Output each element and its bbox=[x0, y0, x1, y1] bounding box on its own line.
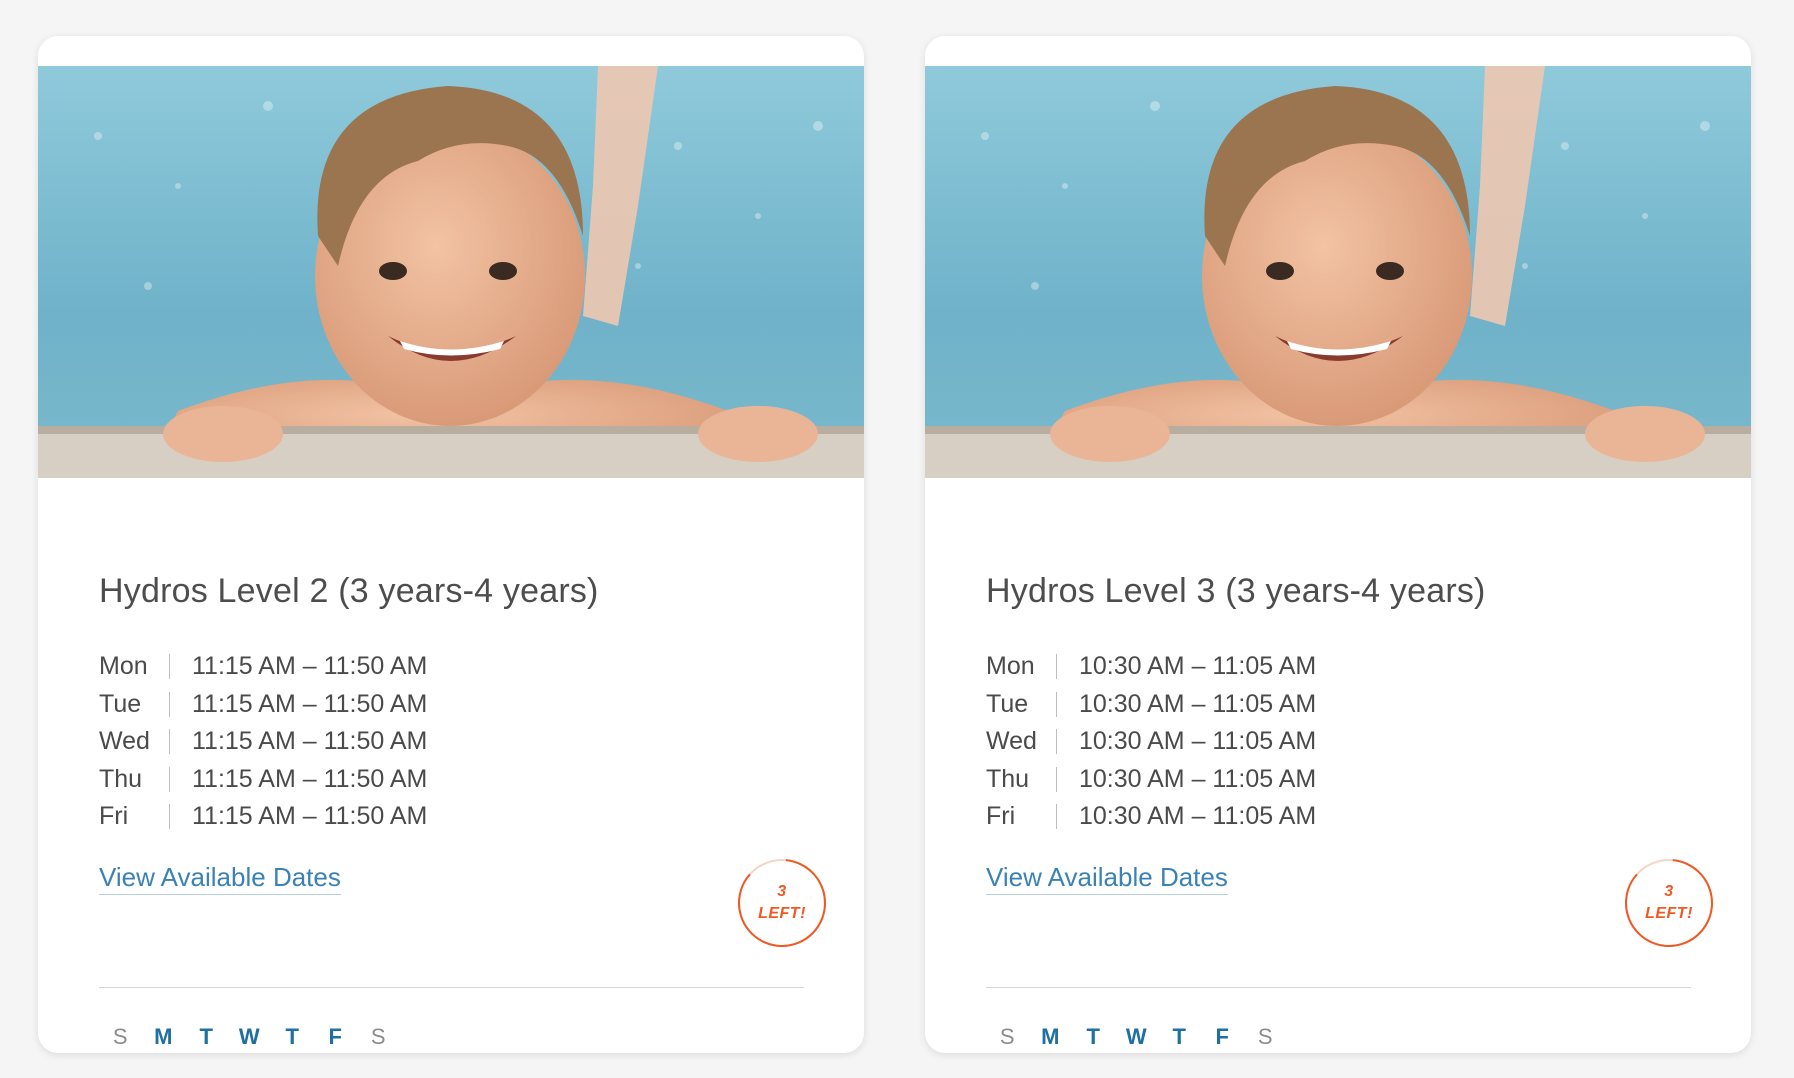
schedule-row: Wed 11:15 AM – 11:50 AM bbox=[99, 723, 427, 761]
weekday-indicator: S M T W T F S bbox=[986, 1024, 1287, 1050]
spots-left-badge: 3 LEFT! bbox=[737, 858, 827, 948]
class-title: Hydros Level 2 (3 years-4 years) bbox=[99, 572, 599, 610]
schedule-time: 11:15 AM – 11:50 AM bbox=[192, 689, 428, 718]
schedule-time: 10:30 AM – 11:05 AM bbox=[1079, 727, 1317, 756]
schedule-separator bbox=[169, 691, 170, 717]
divider bbox=[986, 987, 1691, 988]
schedule-day: Thu bbox=[99, 764, 143, 793]
weekday-thursday: T bbox=[285, 1024, 300, 1049]
schedule-row: Fri 10:30 AM – 11:05 AM bbox=[986, 798, 1316, 836]
weekday-indicator: S M T W T F S bbox=[99, 1024, 400, 1050]
schedule-separator bbox=[169, 654, 170, 680]
weekday-friday: F bbox=[1215, 1024, 1230, 1049]
schedule-separator bbox=[1056, 729, 1057, 755]
schedule-row: Tue 11:15 AM – 11:50 AM bbox=[99, 686, 427, 724]
badge-count: 3 bbox=[777, 883, 787, 900]
schedule-row: Fri 11:15 AM – 11:50 AM bbox=[99, 798, 427, 836]
view-available-dates-link[interactable]: View Available Dates bbox=[99, 862, 341, 895]
weekday-tuesday: T bbox=[1086, 1024, 1101, 1049]
schedule-separator bbox=[169, 804, 170, 830]
schedule-separator bbox=[169, 766, 170, 792]
schedule-row: Thu 10:30 AM – 11:05 AM bbox=[986, 761, 1316, 799]
schedule-day: Thu bbox=[986, 764, 1030, 793]
schedule-list: Mon 11:15 AM – 11:50 AM Tue 11:15 AM – 1… bbox=[99, 648, 427, 836]
weekday-monday: M bbox=[154, 1024, 173, 1049]
schedule-separator bbox=[1056, 691, 1057, 717]
weekday-thursday: T bbox=[1172, 1024, 1187, 1049]
weekday-saturday: S bbox=[1257, 1024, 1274, 1049]
schedule-day: Wed bbox=[99, 727, 150, 756]
schedule-time: 10:30 AM – 11:05 AM bbox=[1079, 652, 1317, 681]
divider bbox=[99, 987, 804, 988]
weekday-saturday: S bbox=[370, 1024, 387, 1049]
spots-left-badge: 3 LEFT! bbox=[1624, 858, 1714, 948]
weekday-wednesday: W bbox=[238, 1024, 261, 1049]
schedule-separator bbox=[1056, 654, 1057, 680]
schedule-day: Wed bbox=[986, 727, 1037, 756]
schedule-time: 10:30 AM – 11:05 AM bbox=[1079, 802, 1317, 831]
badge-label: LEFT! bbox=[758, 905, 806, 922]
schedule-row: Mon 10:30 AM – 11:05 AM bbox=[986, 648, 1316, 686]
schedule-list: Mon 10:30 AM – 11:05 AM Tue 10:30 AM – 1… bbox=[986, 648, 1316, 836]
schedule-separator bbox=[1056, 804, 1057, 830]
schedule-time: 11:15 AM – 11:50 AM bbox=[192, 727, 428, 756]
schedule-row: Tue 10:30 AM – 11:05 AM bbox=[986, 686, 1316, 724]
schedule-row: Mon 11:15 AM – 11:50 AM bbox=[99, 648, 427, 686]
class-card: Hydros Level 3 (3 years-4 years) Mon 10:… bbox=[925, 36, 1751, 1053]
class-card: Hydros Level 2 (3 years-4 years) Mon 11:… bbox=[38, 36, 864, 1053]
schedule-day: Tue bbox=[99, 689, 142, 718]
schedule-time: 10:30 AM – 11:05 AM bbox=[1079, 764, 1317, 793]
weekday-sunday: S bbox=[112, 1024, 129, 1049]
schedule-day: Mon bbox=[99, 652, 148, 681]
schedule-day: Tue bbox=[986, 689, 1029, 718]
schedule-day: Fri bbox=[986, 802, 1016, 831]
badge-count: 3 bbox=[1664, 883, 1674, 900]
class-photo bbox=[925, 66, 1751, 478]
class-photo bbox=[38, 66, 864, 478]
schedule-time: 10:30 AM – 11:05 AM bbox=[1079, 689, 1317, 718]
view-available-dates-link[interactable]: View Available Dates bbox=[986, 862, 1228, 895]
weekday-sunday: S bbox=[999, 1024, 1016, 1049]
weekday-monday: M bbox=[1041, 1024, 1060, 1049]
schedule-time: 11:15 AM – 11:50 AM bbox=[192, 652, 428, 681]
class-title: Hydros Level 3 (3 years-4 years) bbox=[986, 572, 1486, 610]
schedule-time: 11:15 AM – 11:50 AM bbox=[192, 802, 428, 831]
schedule-day: Fri bbox=[99, 802, 129, 831]
schedule-day: Mon bbox=[986, 652, 1035, 681]
weekday-friday: F bbox=[328, 1024, 343, 1049]
schedule-row: Wed 10:30 AM – 11:05 AM bbox=[986, 723, 1316, 761]
badge-label: LEFT! bbox=[1645, 905, 1693, 922]
schedule-time: 11:15 AM – 11:50 AM bbox=[192, 764, 428, 793]
schedule-separator bbox=[169, 729, 170, 755]
weekday-wednesday: W bbox=[1125, 1024, 1148, 1049]
schedule-row: Thu 11:15 AM – 11:50 AM bbox=[99, 761, 427, 799]
schedule-separator bbox=[1056, 766, 1057, 792]
weekday-tuesday: T bbox=[199, 1024, 214, 1049]
